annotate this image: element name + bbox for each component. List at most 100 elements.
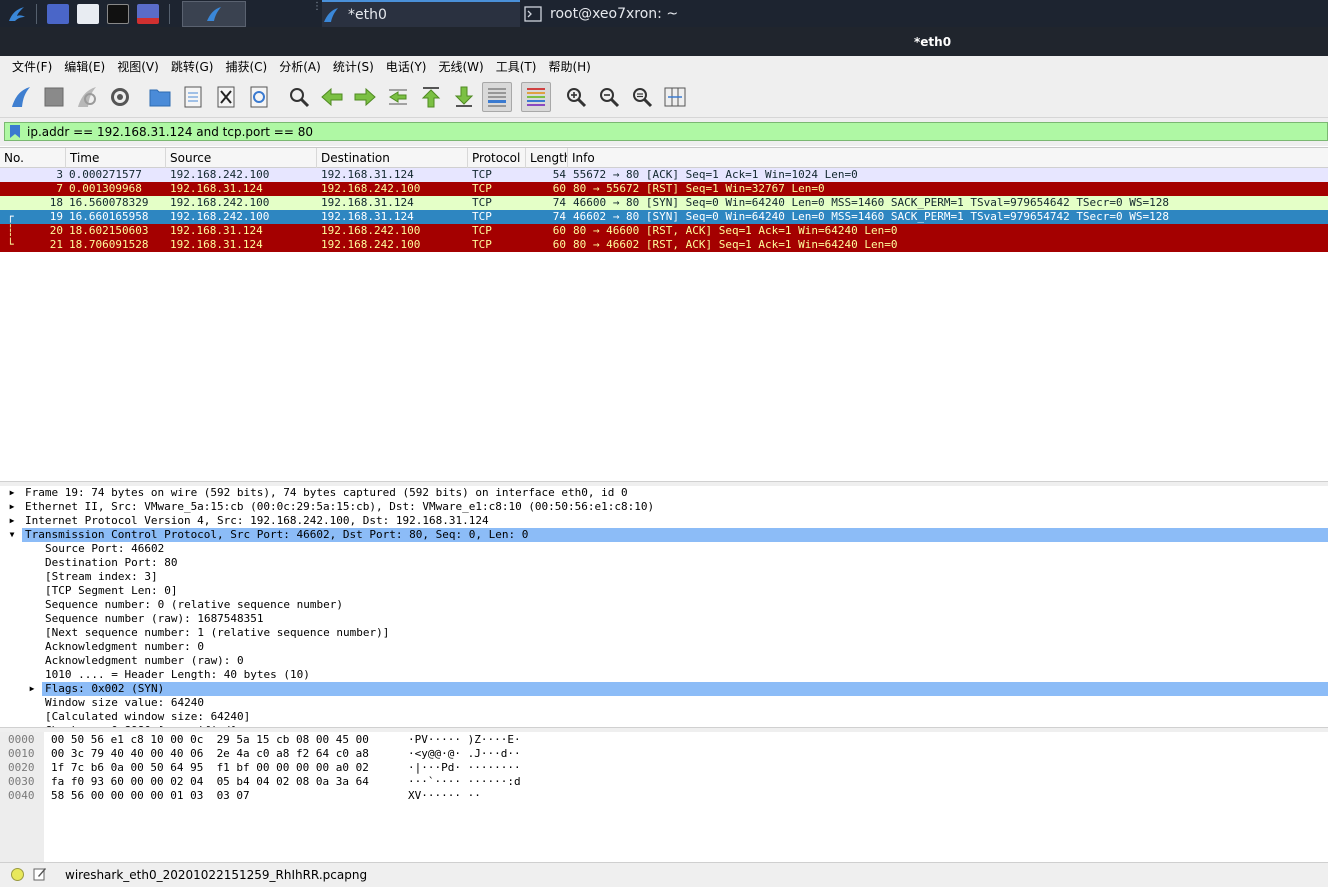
open-file-icon[interactable] [145,82,175,112]
packet-row[interactable]: 3 0.000271577 192.168.242.100 192.168.31.12… [0,168,1328,182]
detail-row[interactable]: 1010 .... = Header Length: 40 bytes (10) [0,668,1328,682]
last-packet-icon[interactable] [449,82,479,112]
packet-protocol: TCP [472,238,492,251]
menu-view[interactable]: 视图(V) [111,56,165,78]
detail-row[interactable]: Sequence number (raw): 1687548351 [0,612,1328,626]
menu-statistics[interactable]: 统计(S) [327,56,380,78]
capture-file-name: wireshark_eth0_20201022151259_RhIhRR.pca… [65,868,368,882]
expert-info-icon[interactable] [11,868,24,881]
capture-options-icon[interactable] [105,82,135,112]
packet-list-header: No. Time Source Destination Protocol Len… [0,148,1328,168]
file-manager-icon[interactable] [77,3,99,24]
detail-row[interactable]: ▼ Transmission Control Protocol, Src Port… [0,528,1328,542]
hex-bytes: 00 50 56 e1 c8 10 00 0c 29 5a 15 cb 08 0… [51,733,369,746]
show-desktop-icon[interactable] [47,3,69,24]
hex-bytes: 00 3c 79 40 40 00 40 06 2e 4a c0 a8 f2 6… [51,747,369,760]
expand-arrow-icon[interactable]: ▶ [7,514,17,528]
detail-row[interactable]: Acknowledgment number (raw): 0 [0,654,1328,668]
packet-destination: 192.168.242.100 [321,224,421,237]
detail-row[interactable]: [Stream index: 3] [0,570,1328,584]
expand-arrow-icon[interactable]: ▶ [7,486,17,500]
menu-go[interactable]: 跳转(G) [165,56,220,78]
zoom-out-icon[interactable] [594,82,624,112]
menu-tools[interactable]: 工具(T) [490,56,543,78]
restart-capture-icon[interactable] [72,82,102,112]
detail-text: [Next sequence number: 1 (relative seque… [45,626,390,639]
kali-menu-icon[interactable] [4,3,30,25]
byte-offset: 0020 [8,761,35,774]
detail-row[interactable]: Source Port: 46602 [0,542,1328,556]
normal-size-icon[interactable] [627,82,657,112]
bytes-row[interactable]: 0030 fa f0 93 60 00 00 02 04 05 b4 04 02 … [0,775,700,789]
column-header-no[interactable]: No. [0,148,66,168]
close-file-icon[interactable] [211,82,241,112]
bytes-row[interactable]: 0010 00 3c 79 40 40 00 40 06 2e 4a c0 a8 … [0,747,700,761]
first-packet-icon[interactable] [416,82,446,112]
auto-scroll-icon[interactable] [482,82,512,112]
packet-row[interactable]: 21 18.706091528 192.168.31.124 192.168.242.… [0,238,1328,252]
packet-row[interactable]: 19 16.660165958 192.168.242.100 192.168.31.… [0,210,1328,224]
detail-row[interactable]: Acknowledgment number: 0 [0,640,1328,654]
column-header-protocol[interactable]: Protocol [468,148,526,168]
screen-recorder-icon[interactable] [137,3,159,24]
collapse-arrow-icon[interactable]: ▼ [7,528,17,542]
save-file-icon[interactable] [178,82,208,112]
packet-destination: 192.168.242.100 [321,238,421,251]
bytes-row[interactable]: 0020 1f 7c b6 0a 00 50 64 95 f1 bf 00 00 … [0,761,700,775]
task-terminal[interactable]: root@xeo7xron: ~ [524,0,724,27]
menu-telephony[interactable]: 电话(Y) [380,56,433,78]
zoom-in-icon[interactable] [561,82,591,112]
column-header-time[interactable]: Time [66,148,166,168]
display-filter-input[interactable] [27,123,1307,140]
detail-row[interactable]: Window size value: 64240 [0,696,1328,710]
bookmark-icon[interactable] [7,123,23,140]
bytes-row[interactable]: 0000 00 50 56 e1 c8 10 00 0c 29 5a 15 cb … [0,733,700,747]
menu-help[interactable]: 帮助(H) [542,56,596,78]
menu-file[interactable]: 文件(F) [6,56,58,78]
packet-length: 54 [552,168,566,181]
packet-row[interactable]: 7 0.001309968 192.168.31.124 192.168.242.10… [0,182,1328,196]
colorize-icon[interactable] [521,82,551,112]
terminal-icon[interactable] [107,3,129,24]
packet-protocol: TCP [472,168,492,181]
detail-row[interactable]: ▶ Frame 19: 74 bytes on wire (592 bits), … [0,486,1328,500]
resize-columns-icon[interactable] [660,82,690,112]
go-back-icon[interactable] [317,82,347,112]
column-header-length[interactable]: Length [526,148,568,168]
menu-edit[interactable]: 编辑(E) [58,56,111,78]
column-header-info[interactable]: Info [568,148,1328,168]
expand-arrow-icon[interactable]: ▶ [7,500,17,514]
byte-offset: 0030 [8,775,35,788]
menu-wireless[interactable]: 无线(W) [433,56,490,78]
detail-row[interactable]: ▶ Internet Protocol Version 4, Src: 192.1… [0,514,1328,528]
go-forward-icon[interactable] [350,82,380,112]
taskbar-drag-handle[interactable]: ⋮ [312,2,322,22]
stop-capture-icon[interactable] [39,82,69,112]
find-packet-icon[interactable] [284,82,314,112]
detail-row[interactable]: [TCP Segment Len: 0] [0,584,1328,598]
detail-row[interactable]: [Next sequence number: 1 (relative seque… [0,626,1328,640]
capture-comment-icon[interactable] [33,867,47,881]
task-wireshark[interactable]: *eth0 [322,0,520,27]
detail-row[interactable]: Destination Port: 80 [0,556,1328,570]
start-capture-icon[interactable] [6,82,36,112]
packet-time: 0.001309968 [69,182,142,195]
expand-arrow-icon[interactable]: ▶ [27,682,37,696]
detail-row[interactable]: ▶ Ethernet II, Src: VMware_5a:15:cb (00:0… [0,500,1328,514]
detail-row[interactable]: [Calculated window size: 64240] [0,710,1328,724]
detail-row[interactable]: ▶ Flags: 0x002 (SYN) [0,682,1328,696]
bytes-row[interactable]: 0040 58 56 00 00 00 00 01 03 03 07 XV·····… [0,789,700,803]
menu-analyze[interactable]: 分析(A) [273,56,327,78]
menu-capture[interactable]: 捕获(C) [219,56,273,78]
column-header-destination[interactable]: Destination [317,148,468,168]
reload-file-icon[interactable] [244,82,274,112]
hex-bytes: 1f 7c b6 0a 00 50 64 95 f1 bf 00 00 00 0… [51,761,369,774]
packet-row[interactable]: 20 18.602150603 192.168.31.124 192.168.242.… [0,224,1328,238]
window-titlebar[interactable]: *eth0 [0,27,1328,56]
detail-row[interactable]: Sequence number: 0 (relative sequence nu… [0,598,1328,612]
packet-row[interactable]: 18 16.560078329 192.168.242.100 192.168.31.… [0,196,1328,210]
column-header-source[interactable]: Source [166,148,317,168]
go-to-packet-icon[interactable] [383,82,413,112]
wireshark-icon [324,7,338,22]
workspace-1-button[interactable] [182,0,246,27]
